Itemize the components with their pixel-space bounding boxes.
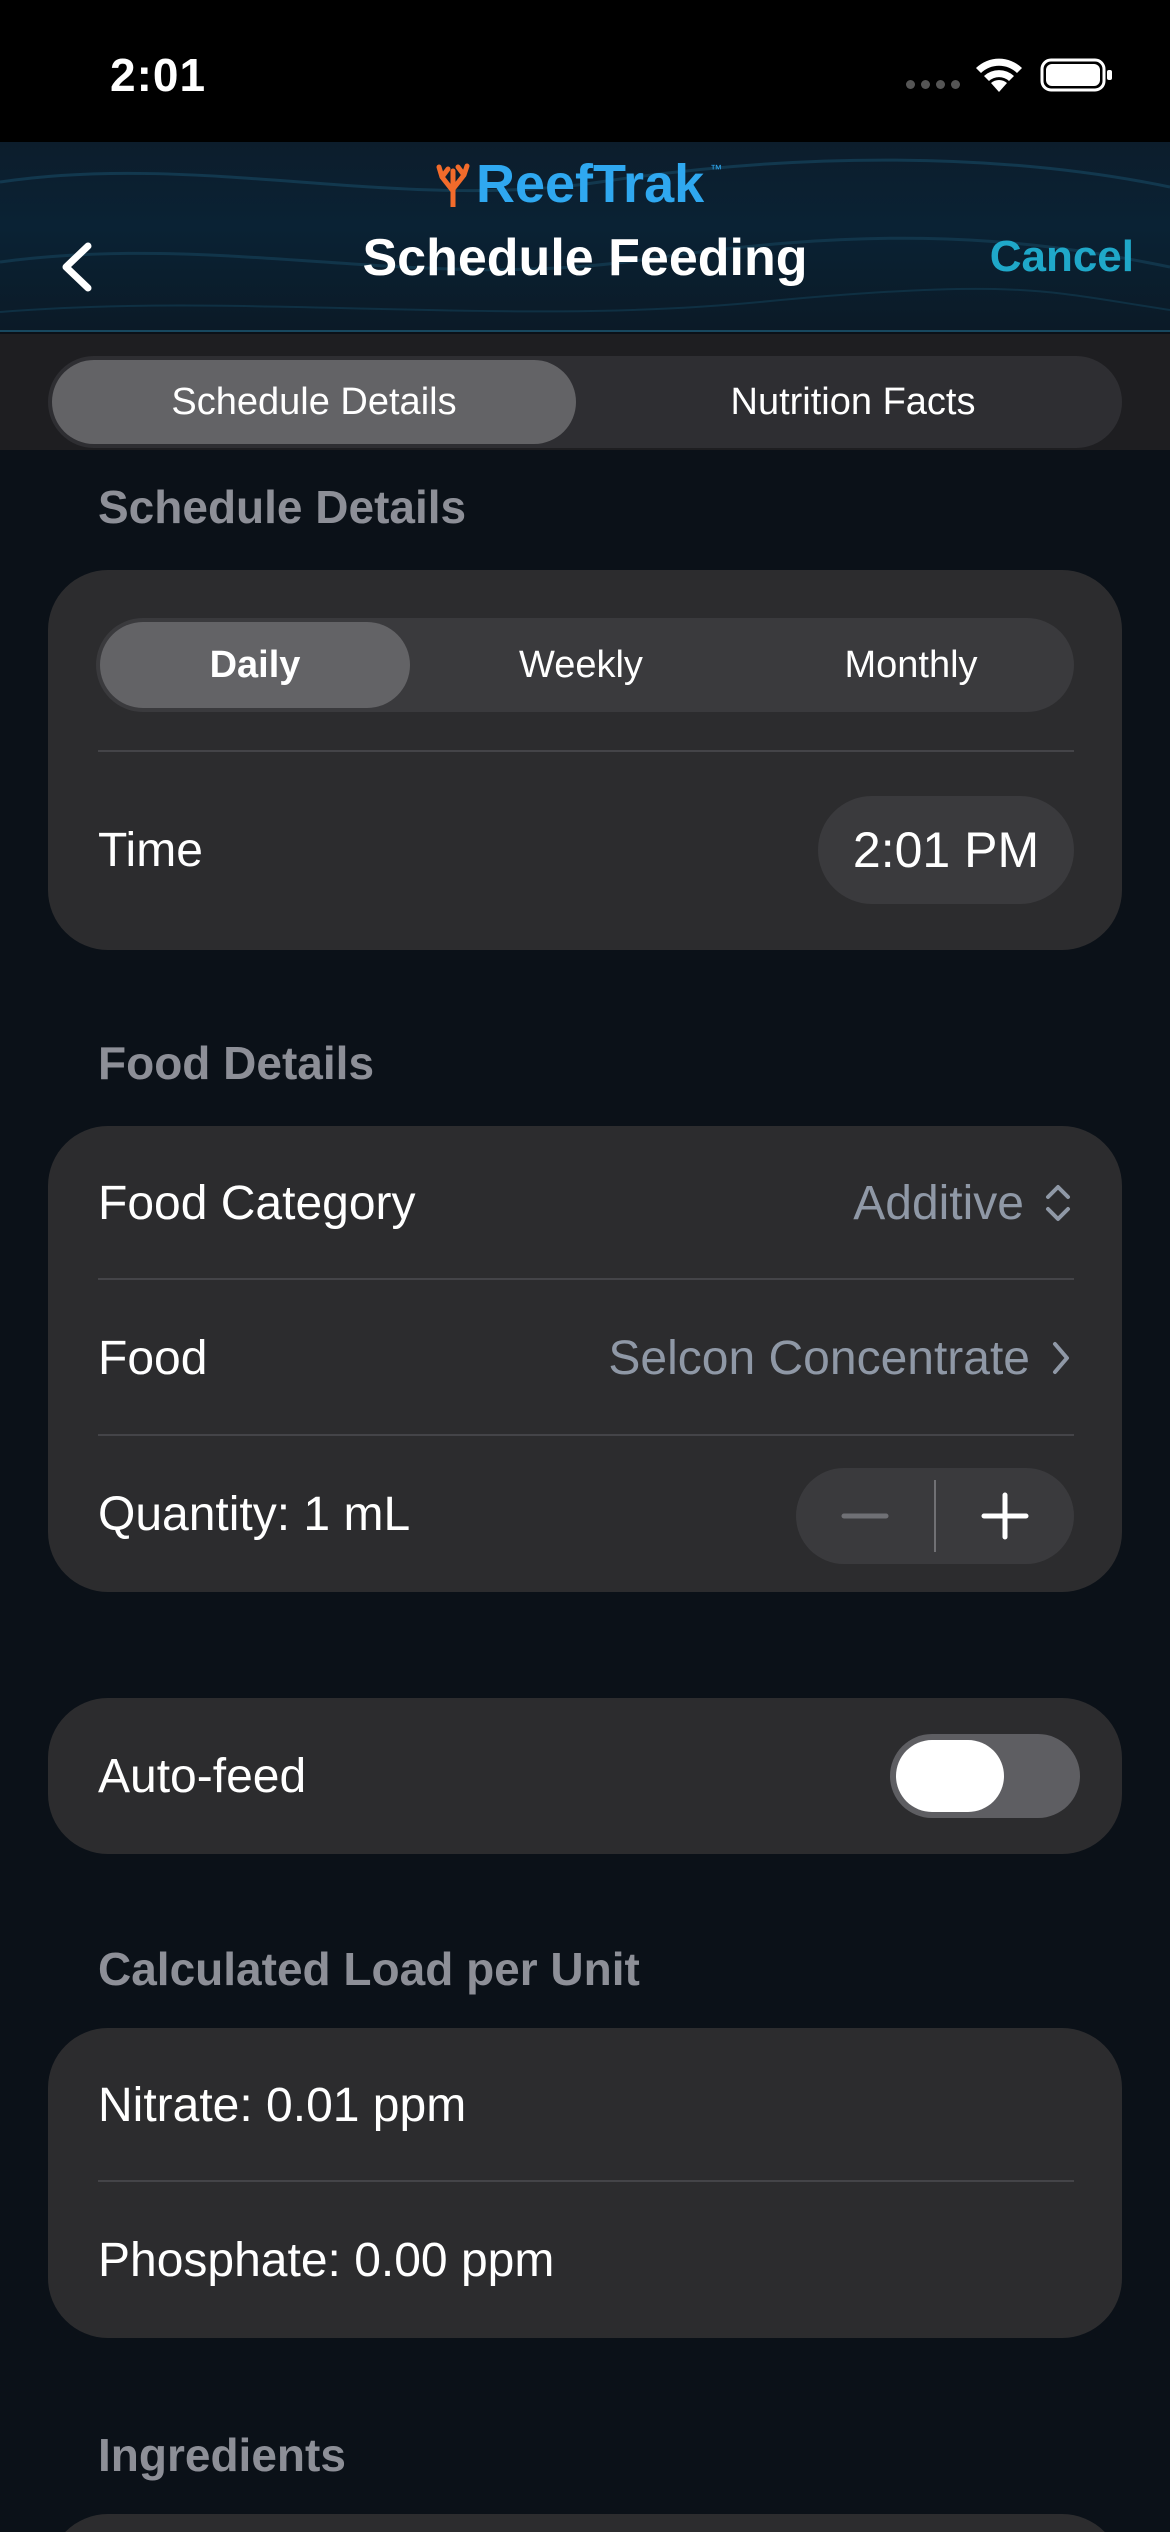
nitrate-row: Nitrate: 0.01 ppm <box>98 2028 1072 2182</box>
food-label: Food <box>98 1331 208 1385</box>
food-category-label: Food Category <box>98 1176 416 1230</box>
autofeed-label: Auto-feed <box>98 1749 307 1803</box>
tab-segmented-control: Schedule Details Nutrition Facts <box>48 356 1122 448</box>
frequency-daily[interactable]: Daily <box>100 622 410 708</box>
schedule-card: Daily Weekly Monthly Time 2:01 PM <box>48 570 1122 950</box>
nitrate-value: Nitrate: 0.01 ppm <box>98 2078 467 2132</box>
logo-trademark: ™ <box>710 162 723 176</box>
food-details-heading: Food Details <box>98 1037 375 1089</box>
food-category-row[interactable]: Food Category Additive <box>98 1126 1072 1280</box>
top-tab-strip: Schedule Details Nutrition Facts <box>0 334 1170 450</box>
tab-nutrition-facts[interactable]: Nutrition Facts <box>588 360 1118 444</box>
autofeed-card: Auto-feed <box>48 1698 1122 1854</box>
coral-logo-icon <box>436 163 470 207</box>
cancel-button[interactable]: Cancel <box>990 232 1134 282</box>
frequency-weekly[interactable]: Weekly <box>426 622 736 708</box>
time-label: Time <box>98 823 203 877</box>
load-card: Nitrate: 0.01 ppm Phosphate: 0.00 ppm <box>48 2028 1122 2338</box>
chevron-up-down-icon <box>1046 1185 1070 1221</box>
time-picker-button[interactable]: 2:01 PM <box>818 796 1074 904</box>
food-row[interactable]: Food Selcon Concentrate <box>98 1280 1072 1436</box>
food-value[interactable]: Selcon Concentrate <box>608 1331 1030 1386</box>
phosphate-value: Phosphate: 0.00 ppm <box>98 2233 555 2287</box>
divider <box>98 750 1074 752</box>
frequency-segmented-control: Daily Weekly Monthly <box>96 618 1074 712</box>
ingredients-card <box>48 2514 1122 2532</box>
phosphate-row: Phosphate: 0.00 ppm <box>98 2182 1072 2338</box>
toggle-knob <box>896 1740 1004 1812</box>
frequency-monthly[interactable]: Monthly <box>752 622 1070 708</box>
quantity-stepper <box>796 1468 1074 1564</box>
status-time: 2:01 <box>110 49 207 101</box>
navigation-header: ReefTrak ™ Schedule Feeding Cancel <box>0 142 1170 332</box>
cellular-signal-icon <box>906 80 962 90</box>
ingredients-heading: Ingredients <box>98 2429 346 2481</box>
reeftrak-logo: ReefTrak ™ <box>436 152 722 216</box>
status-bar: 2:01 <box>0 0 1170 142</box>
plus-icon[interactable] <box>936 1468 1074 1564</box>
chevron-right-icon <box>1053 1342 1069 1374</box>
calculated-load-heading: Calculated Load per Unit <box>98 1943 640 1995</box>
food-card: Food Category Additive Food Selcon Conce… <box>48 1126 1122 1592</box>
wifi-icon <box>976 58 1022 92</box>
quantity-label: Quantity: 1 mL <box>98 1487 411 1541</box>
minus-icon[interactable] <box>796 1468 934 1564</box>
battery-icon <box>1040 58 1112 92</box>
schedule-details-heading: Schedule Details <box>98 481 467 533</box>
autofeed-toggle[interactable] <box>890 1734 1080 1818</box>
tab-schedule-details[interactable]: Schedule Details <box>52 360 576 444</box>
logo-text: ReefTrak <box>476 154 705 214</box>
food-category-value[interactable]: Additive <box>853 1176 1024 1231</box>
